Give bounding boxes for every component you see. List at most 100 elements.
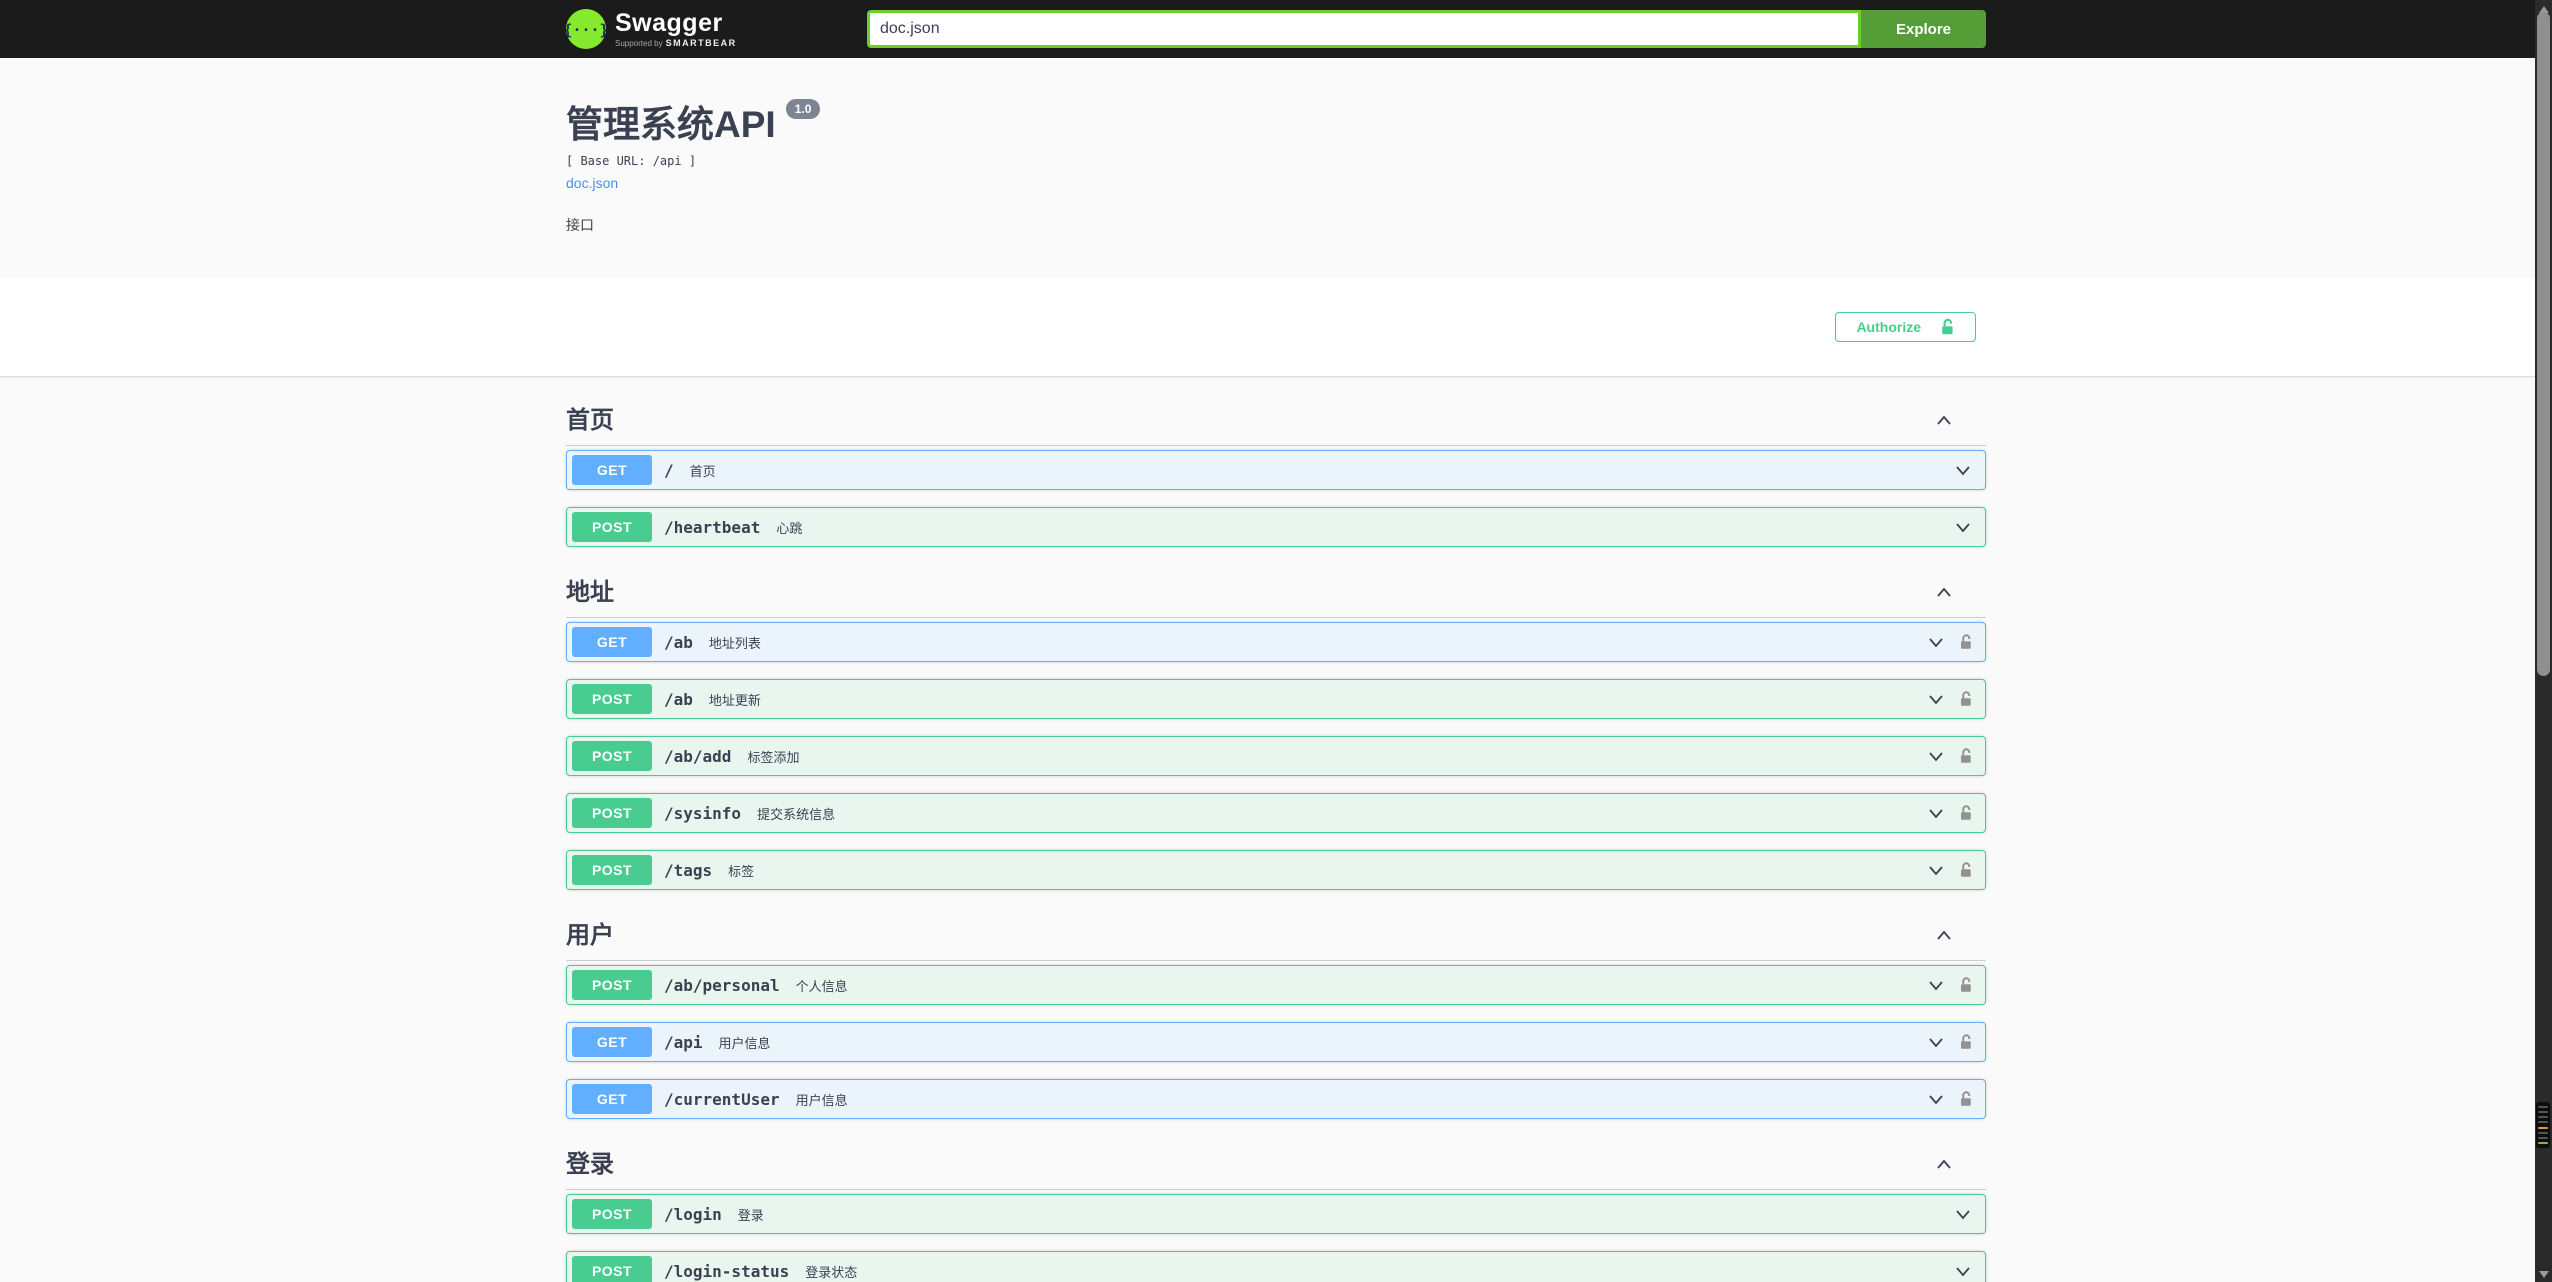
svg-text:{···}: {···} <box>566 21 606 39</box>
collapse-section-button[interactable] <box>1934 926 1954 946</box>
method-badge: POST <box>572 798 652 828</box>
expand-operation-button[interactable] <box>1953 1204 1973 1224</box>
chevron-down-icon <box>1956 1267 1970 1277</box>
unlock-icon <box>1942 318 1953 335</box>
operation-summary: 地址更新 <box>708 692 761 708</box>
collapse-section-button[interactable] <box>1934 583 1954 603</box>
method-badge: POST <box>572 512 652 542</box>
tag-section: 用户 POST /ab/personal 个人信息 GET /api 用户信息 … <box>566 907 1986 1119</box>
authorization-lock-button[interactable] <box>1958 690 1973 708</box>
operation-row[interactable]: POST /sysinfo 提交系统信息 <box>566 793 1986 833</box>
operation-summary: 用户信息 <box>718 1035 771 1051</box>
authorization-lock-button[interactable] <box>1958 1090 1973 1108</box>
operation-rows: GET /ab 地址列表 POST /ab 地址更新 POST /ab/add … <box>566 622 1986 890</box>
operation-row[interactable]: GET /currentUser 用户信息 <box>566 1079 1986 1119</box>
operation-summary: 标签添加 <box>747 749 800 765</box>
chevron-down-icon <box>1956 1210 1970 1220</box>
authorization-lock-button[interactable] <box>1958 861 1973 879</box>
search-input[interactable] <box>867 10 1861 48</box>
expand-operation-button[interactable] <box>1926 803 1946 823</box>
operation-path: /currentUser <box>664 1089 780 1109</box>
minimap-widget <box>2536 1102 2550 1148</box>
collapse-section-button[interactable] <box>1934 1155 1954 1175</box>
method-badge: POST <box>572 855 652 885</box>
chevron-up-icon <box>1937 930 1951 940</box>
chevron-down-icon <box>1929 981 1943 991</box>
operation-row[interactable]: POST /login 登录 <box>566 1194 1986 1234</box>
operation-rows: GET / 首页 POST /heartbeat 心跳 <box>566 450 1986 547</box>
expand-operation-button[interactable] <box>1926 632 1946 652</box>
tag-header[interactable]: 登录 <box>566 1136 1986 1190</box>
expand-operation-button[interactable] <box>1926 975 1946 995</box>
chevron-down-icon <box>1929 695 1943 705</box>
authorization-lock-button[interactable] <box>1958 976 1973 994</box>
api-description: 接口 <box>566 217 594 233</box>
method-badge: POST <box>572 684 652 714</box>
explore-form: Explore <box>867 10 1986 48</box>
operation-path: /login-status <box>664 1261 790 1281</box>
spec-link[interactable]: doc.json <box>566 175 618 191</box>
chevron-down-icon <box>1929 752 1943 762</box>
chevron-down-icon <box>1929 809 1943 819</box>
scheme-container: Authorize <box>0 278 2552 376</box>
scrollbar-thumb[interactable] <box>2537 12 2550 676</box>
expand-operation-button[interactable] <box>1926 1089 1946 1109</box>
tag-header[interactable]: 用户 <box>566 907 1986 961</box>
authorization-lock-button[interactable] <box>1958 1033 1973 1051</box>
explore-button[interactable]: Explore <box>1861 10 1986 48</box>
authorization-lock-button[interactable] <box>1958 804 1973 822</box>
chevron-down-icon <box>1929 866 1943 876</box>
operation-path: /ab/personal <box>664 975 780 995</box>
operation-row[interactable]: GET /ab 地址列表 <box>566 622 1986 662</box>
lock-icon <box>1961 691 1971 706</box>
authorization-lock-button[interactable] <box>1958 633 1973 651</box>
expand-operation-button[interactable] <box>1953 460 1973 480</box>
operation-summary: 提交系统信息 <box>757 806 836 822</box>
operation-path: /login <box>664 1204 722 1224</box>
lock-icon <box>1961 634 1971 649</box>
swagger-logo: {···} Swagger Supported bySMARTBEAR <box>566 9 737 49</box>
operation-row[interactable]: GET / 首页 <box>566 450 1986 490</box>
expand-operation-button[interactable] <box>1926 860 1946 880</box>
chevron-down-icon <box>1929 1038 1943 1048</box>
lock-icon <box>1961 977 1971 992</box>
authorize-button[interactable]: Authorize <box>1835 312 1976 342</box>
chevron-down-icon <box>1956 466 1970 476</box>
authorization-lock-button[interactable] <box>1958 747 1973 765</box>
tag-header[interactable]: 地址 <box>566 564 1986 618</box>
operation-summary: 用户信息 <box>795 1092 848 1108</box>
method-badge: POST <box>572 1199 652 1229</box>
operation-summary: 登录 <box>737 1207 764 1223</box>
method-badge: GET <box>572 1027 652 1057</box>
tag-title: 用户 <box>566 922 614 949</box>
info-section: 管理系统API 1.0 [ Base URL: /api ] doc.json 接… <box>0 58 2552 278</box>
operation-row[interactable]: POST /login-status 登录状态 <box>566 1251 1986 1282</box>
operation-path: /heartbeat <box>664 517 761 537</box>
operation-row[interactable]: GET /api 用户信息 <box>566 1022 1986 1062</box>
swagger-logo-icon: {···} <box>566 9 606 49</box>
chevron-up-icon <box>1937 587 1951 597</box>
expand-operation-button[interactable] <box>1953 517 1973 537</box>
base-url: [ Base URL: /api ] <box>566 154 697 168</box>
operation-path: /ab <box>664 689 693 709</box>
operation-summary: 标签 <box>728 863 755 879</box>
collapse-section-button[interactable] <box>1934 411 1954 431</box>
operation-row[interactable]: POST /tags 标签 <box>566 850 1986 890</box>
operation-path: /ab <box>664 632 693 652</box>
operation-row[interactable]: POST /ab/personal 个人信息 <box>566 965 1986 1005</box>
expand-operation-button[interactable] <box>1926 689 1946 709</box>
scrollbar-down-arrow-icon[interactable] <box>2535 1269 2552 1281</box>
expand-operation-button[interactable] <box>1926 746 1946 766</box>
scrollbar[interactable] <box>2535 0 2552 1282</box>
method-badge: POST <box>572 741 652 771</box>
operation-rows: POST /ab/personal 个人信息 GET /api 用户信息 GET… <box>566 965 1986 1119</box>
expand-operation-button[interactable] <box>1953 1261 1973 1281</box>
operation-row[interactable]: POST /ab 地址更新 <box>566 679 1986 719</box>
operation-path: /tags <box>664 860 713 880</box>
operation-row[interactable]: POST /ab/add 标签添加 <box>566 736 1986 776</box>
method-badge: POST <box>572 1256 652 1282</box>
expand-operation-button[interactable] <box>1926 1032 1946 1052</box>
tag-title: 首页 <box>566 407 614 434</box>
tag-header[interactable]: 首页 <box>566 392 1986 446</box>
operation-row[interactable]: POST /heartbeat 心跳 <box>566 507 1986 547</box>
